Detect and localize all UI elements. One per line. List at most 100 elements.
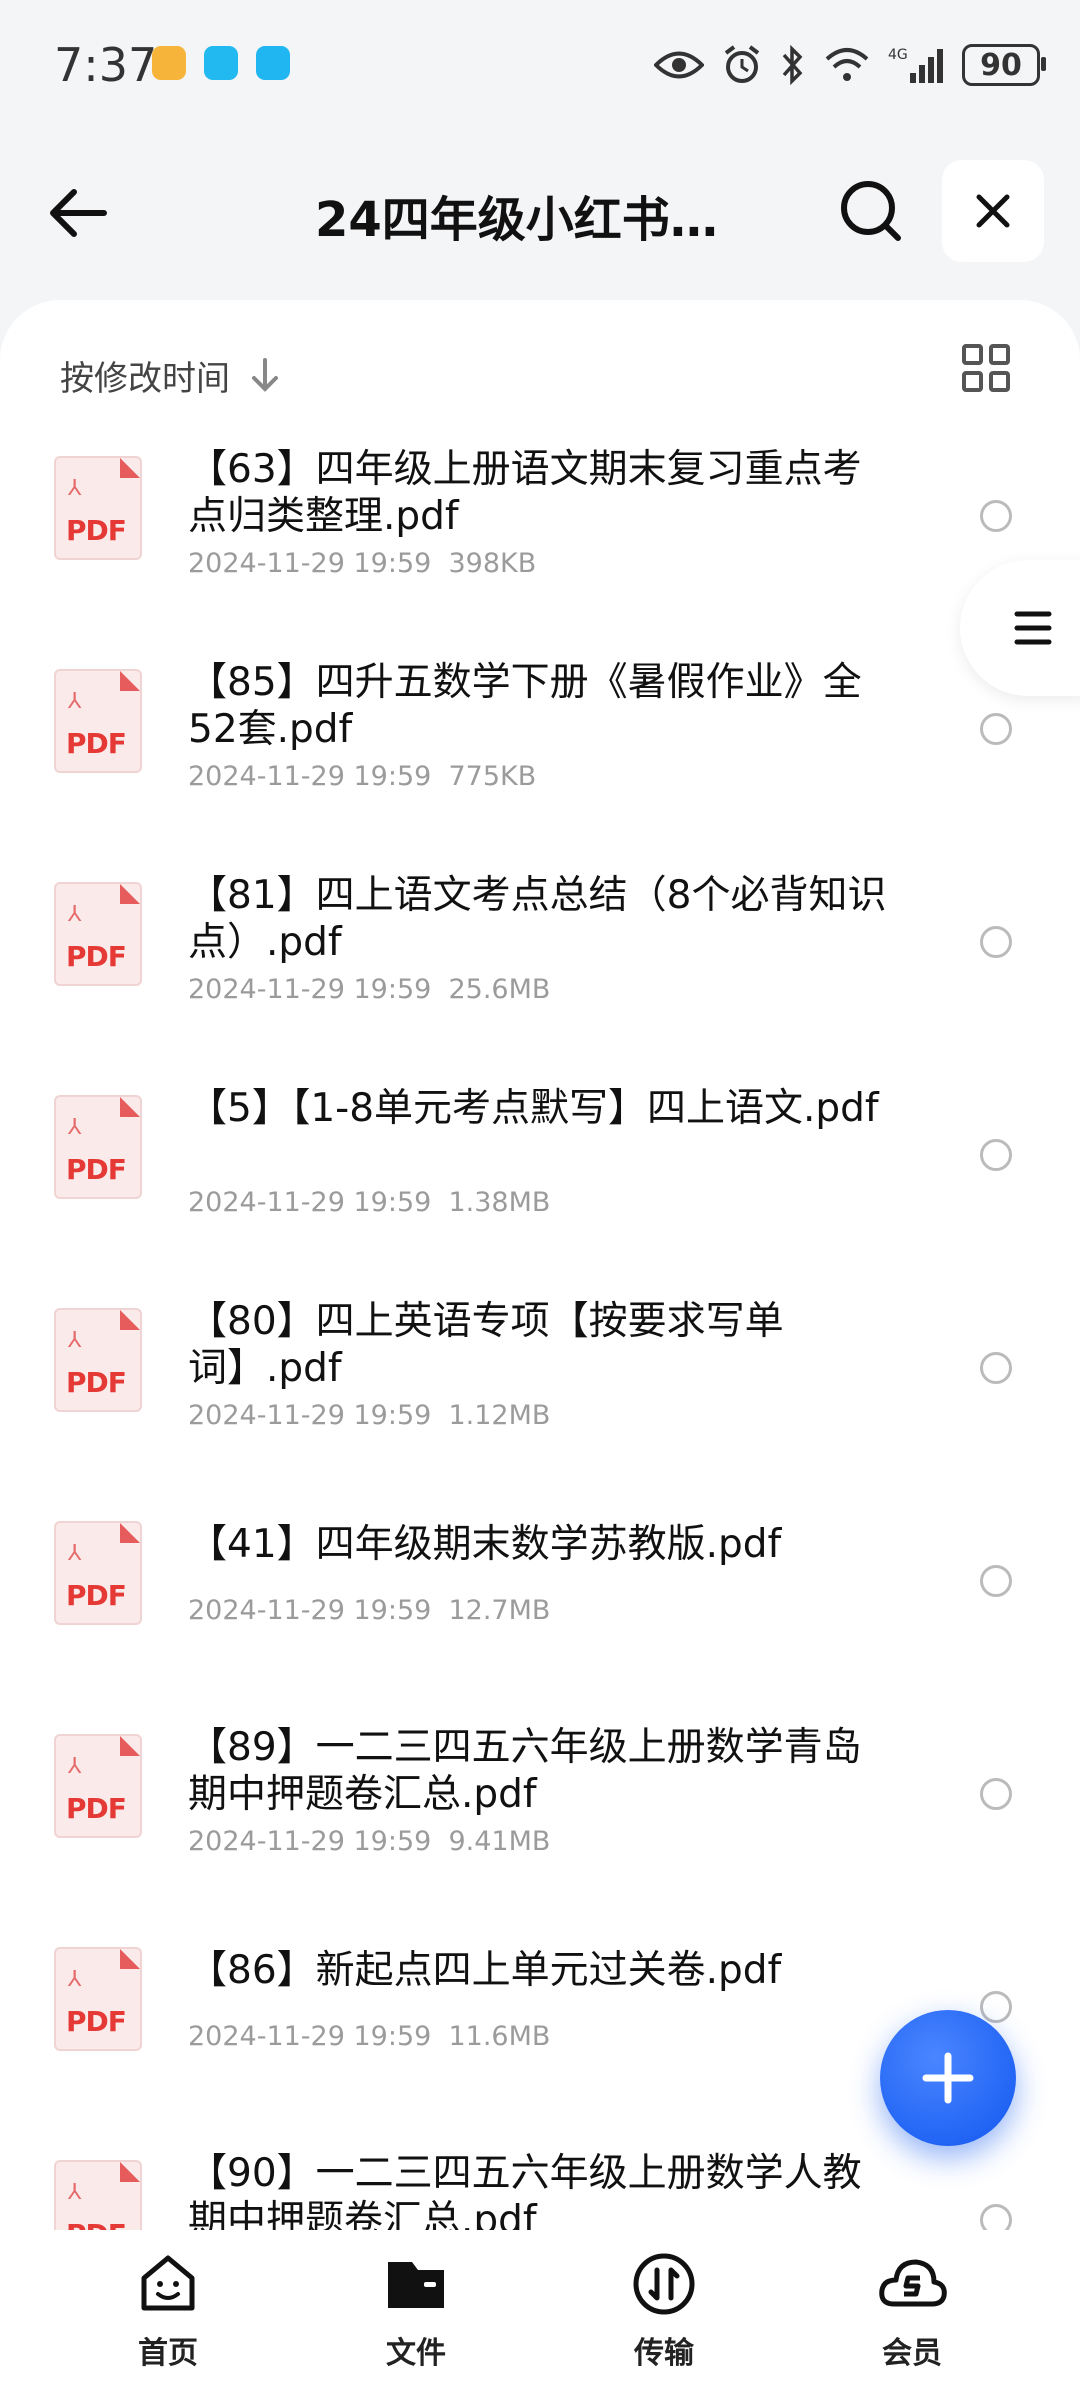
tab-label: 文件 xyxy=(386,2336,446,2371)
select-radio[interactable] xyxy=(980,713,1012,745)
file-list: ⅄ PDF 【63】四年级上册语文期末复习重点考点归类整理.pdf 2024-11… xyxy=(0,420,1080,2230)
sort-selector[interactable]: 按修改时间 xyxy=(60,350,280,400)
file-row[interactable]: ⅄ PDF 【89】一二三四五六年级上册数学青岛期中押题卷汇总.pdf 2024-… xyxy=(0,1698,1080,1911)
alarm-icon xyxy=(724,45,760,83)
file-date: 2024-11-29 19:59 xyxy=(188,1826,432,1857)
file-size: 12.7MB xyxy=(448,1595,551,1626)
pdf-file-icon: ⅄PDF xyxy=(54,669,142,773)
file-name: 【41】四年级期末数学苏教版.pdf xyxy=(188,1522,782,1567)
file-row[interactable]: ⅄ PDF 【85】四升五数学下册《暑假作业》全52套.pdf 2024-11-2… xyxy=(0,633,1080,846)
file-name: 【80】四上英语专项【按要求写单词】.pdf xyxy=(188,1299,784,1391)
status-bar: 7:37 4G 90 xyxy=(0,0,1080,130)
file-date: 2024-11-29 19:59 xyxy=(188,1400,432,1431)
pdf-file-icon: ⅄PDF xyxy=(54,1095,142,1199)
file-name: 【86】新起点四上单元过关卷.pdf xyxy=(188,1948,782,1993)
file-size: 775KB xyxy=(448,761,537,792)
status-time: 7:37 xyxy=(54,38,158,92)
smile-home-icon xyxy=(141,2255,195,2311)
svg-text:4G: 4G xyxy=(888,47,908,63)
file-meta: 2024-11-29 19:59 25.6MB xyxy=(188,974,550,1005)
notification-app-icon xyxy=(152,46,186,80)
battery-icon: 90 xyxy=(962,44,1046,86)
grid-view-toggle[interactable] xyxy=(962,344,1010,392)
file-name: 【89】一二三四五六年级上册数学青岛期中押题卷汇总.pdf xyxy=(188,1725,862,1817)
tab-label: 首页 xyxy=(138,2336,198,2371)
file-date: 2024-11-29 19:59 xyxy=(188,974,432,1005)
select-radio[interactable] xyxy=(980,1565,1012,1597)
select-radio[interactable] xyxy=(980,1778,1012,1810)
tab-label: 会员 xyxy=(882,2336,942,2371)
sort-label: 按修改时间 xyxy=(60,358,230,399)
file-date: 2024-11-29 19:59 xyxy=(188,1595,432,1626)
notification-app-icon xyxy=(204,46,238,80)
file-meta: 2024-11-29 19:59 1.38MB xyxy=(188,1187,550,1218)
file-date: 2024-11-29 19:59 xyxy=(188,548,432,579)
pdf-file-icon: ⅄PDF xyxy=(54,1308,142,1412)
search-button[interactable] xyxy=(836,176,906,246)
close-button[interactable] xyxy=(942,160,1044,262)
menu-icon xyxy=(1014,611,1052,645)
file-row[interactable]: ⅄ PDF 【5】【1-8单元考点默写】四上语文.pdf 2024-11-29 1… xyxy=(0,1059,1080,1272)
pdf-file-icon: ⅄PDF xyxy=(54,882,142,986)
pdf-file-icon: ⅄PDF xyxy=(54,1521,142,1625)
file-size: 398KB xyxy=(448,548,537,579)
file-size: 1.38MB xyxy=(448,1187,551,1218)
file-row[interactable]: ⅄ PDF 【41】四年级期末数学苏教版.pdf 2024-11-29 19:59… xyxy=(0,1485,1080,1698)
close-icon xyxy=(976,194,1010,228)
grid-icon xyxy=(962,344,983,365)
header: 24四年级小红书付... xyxy=(0,150,1080,270)
search-icon xyxy=(841,181,901,241)
file-row[interactable]: ⅄ PDF 【81】四上语文考点总结（8个必背知识点）.pdf 2024-11-2… xyxy=(0,846,1080,1059)
plus-icon xyxy=(922,2052,974,2104)
select-radio[interactable] xyxy=(980,1139,1012,1171)
bottom-tab-bar: 首页 文件 传输 会员 xyxy=(0,2230,1080,2388)
tab-transfer[interactable]: 传输 xyxy=(584,2248,744,2372)
select-radio[interactable] xyxy=(980,1352,1012,1384)
bluetooth-icon xyxy=(782,45,803,85)
file-date: 2024-11-29 19:59 xyxy=(188,761,432,792)
folder-icon xyxy=(388,2262,444,2308)
file-size: 11.6MB xyxy=(448,2021,551,2052)
cloud-vip-icon xyxy=(879,2259,947,2307)
file-meta: 2024-11-29 19:59 775KB xyxy=(188,761,536,792)
file-row[interactable]: ⅄ PDF 【63】四年级上册语文期末复习重点考点归类整理.pdf 2024-11… xyxy=(0,420,1080,633)
back-button[interactable] xyxy=(44,178,124,248)
file-meta: 2024-11-29 19:59 1.12MB xyxy=(188,1400,550,1431)
wifi-icon xyxy=(825,48,869,81)
file-list-panel: 按修改时间 ⅄ PDF 【63】四年级上册语文期末复习重点考点归类整理.pdf 2… xyxy=(0,300,1080,2230)
select-radio[interactable] xyxy=(980,926,1012,958)
add-button[interactable] xyxy=(880,2010,1016,2146)
tab-membership[interactable]: 会员 xyxy=(832,2248,992,2372)
arrow-down-icon xyxy=(252,358,278,392)
arrow-left-icon xyxy=(50,189,107,237)
pdf-file-icon: ⅄PDF xyxy=(54,2160,142,2230)
file-size: 1.12MB xyxy=(448,1400,551,1431)
pdf-file-icon: ⅄PDF xyxy=(54,1734,142,1838)
file-row[interactable]: ⅄PDF 【90】一二三四五六年级上册数学人教期中押题卷汇总.pdf xyxy=(0,2124,1080,2230)
tab-label: 传输 xyxy=(634,2336,694,2371)
file-meta: 2024-11-29 19:59 11.6MB xyxy=(188,2021,550,2052)
tab-home[interactable]: 首页 xyxy=(88,2248,248,2372)
file-name: 【90】一二三四五六年级上册数学人教期中押题卷汇总.pdf xyxy=(188,2151,862,2230)
transfer-icon xyxy=(633,2253,695,2315)
select-radio[interactable] xyxy=(980,1991,1012,2023)
file-name: 【63】四年级上册语文期末复习重点考点归类整理.pdf xyxy=(188,447,862,539)
file-date: 2024-11-29 19:59 xyxy=(188,1187,432,1218)
eye-icon xyxy=(654,51,704,79)
file-row[interactable]: ⅄ PDF 【80】四上英语专项【按要求写单词】.pdf 2024-11-29 1… xyxy=(0,1272,1080,1485)
tab-files[interactable]: 文件 xyxy=(336,2248,496,2372)
file-meta: 2024-11-29 19:59 398KB xyxy=(188,548,536,579)
page-title: 24四年级小红书付... xyxy=(315,192,765,248)
notification-app-icon xyxy=(256,46,290,80)
file-name: 【85】四升五数学下册《暑假作业》全52套.pdf xyxy=(188,660,862,752)
file-name: 【81】四上语文考点总结（8个必背知识点）.pdf xyxy=(188,873,887,965)
file-size: 25.6MB xyxy=(448,974,551,1005)
file-date: 2024-11-29 19:59 xyxy=(188,2021,432,2052)
select-radio[interactable] xyxy=(980,2204,1012,2230)
file-meta: 2024-11-29 19:59 9.41MB xyxy=(188,1826,550,1857)
pdf-file-icon: ⅄PDF xyxy=(54,1947,142,2051)
file-meta: 2024-11-29 19:59 12.7MB xyxy=(188,1595,550,1626)
file-name: 【5】【1-8单元考点默写】四上语文.pdf xyxy=(188,1086,879,1131)
select-radio[interactable] xyxy=(980,500,1012,532)
file-size: 9.41MB xyxy=(448,1826,551,1857)
